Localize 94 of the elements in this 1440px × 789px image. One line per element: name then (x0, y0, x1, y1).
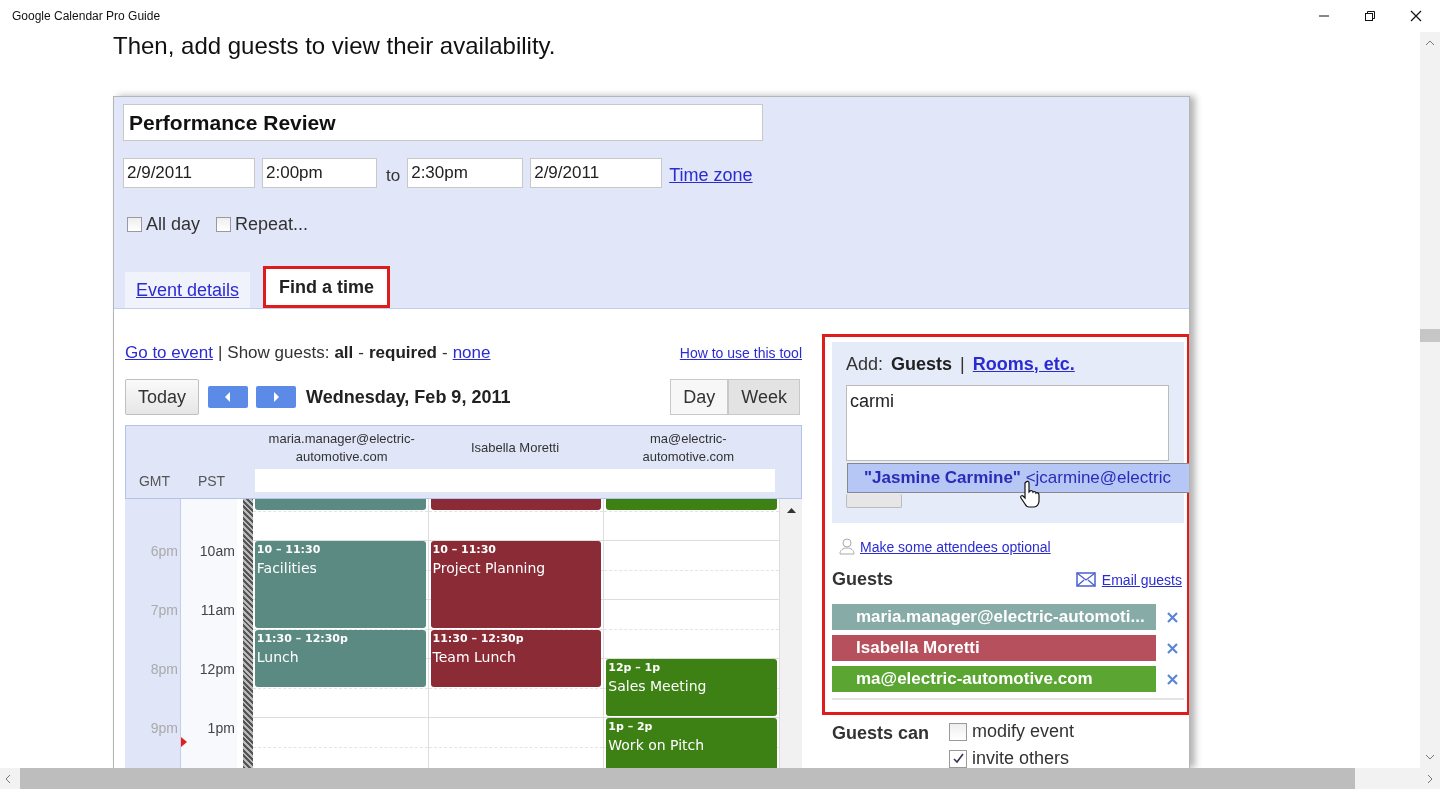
suggestion-item[interactable]: "Jasmine Carmine" <jcarmine@electric (847, 463, 1189, 493)
view-button[interactable]: Week (728, 379, 800, 415)
date-field[interactable]: 2/9/2011 (123, 158, 255, 188)
checkbox[interactable] (949, 722, 968, 741)
time-field[interactable]: 2:30pm (407, 158, 524, 188)
show-guests-option[interactable]: required (368, 343, 437, 363)
guest-input-field[interactable]: carmi (846, 385, 1169, 461)
guest-chip: maria.manager@electric-automoti... (832, 604, 1156, 630)
event-time: 10 – 11:30 (256, 543, 322, 557)
window-title: Google Calendar Pro Guide (12, 9, 161, 23)
guests-heading: Guests (832, 569, 894, 590)
guest-name: Isabella Moretti (470, 438, 560, 457)
to-label: to (386, 166, 401, 186)
date-field[interactable]: 2/9/2011 (530, 158, 663, 188)
separator: - (358, 343, 364, 363)
timezone-label: GMT (137, 473, 172, 489)
separator: | (217, 343, 223, 363)
add-tab[interactable]: Rooms, etc. (972, 354, 1075, 375)
scroll-left-icon[interactable] (5, 773, 11, 784)
checkbox-label: invite others (972, 748, 1070, 768)
person-icon (839, 538, 855, 555)
event-block[interactable]: 12p – 1p Sales Meeting (606, 659, 777, 717)
optional-attendees-link[interactable]: Make some attendees optional (860, 538, 1051, 555)
previous-button[interactable] (208, 386, 248, 408)
tab[interactable]: Find a time (263, 266, 391, 308)
guest-chip: ma@electric-automotive.com (832, 666, 1156, 692)
event-time: 11:30 – 12:30p (256, 631, 349, 645)
scroll-down-icon[interactable] (1425, 754, 1435, 760)
hour-label: 12pm (199, 661, 235, 678)
event-time: 12p – 1p (608, 661, 662, 675)
event-block[interactable]: 11:30 – 12:30p Lunch (254, 629, 426, 687)
hour-label: 11am (200, 602, 235, 619)
next-button[interactable] (256, 386, 296, 408)
envelope-icon (1075, 572, 1096, 587)
tab[interactable]: Event details (125, 272, 251, 308)
scroll-up-icon[interactable] (786, 507, 796, 513)
instruction-text: Then, add guests to view their availability. (113, 32, 557, 61)
go-to-event-link[interactable]: Go to event (125, 343, 213, 363)
hour-label: 9pm (150, 720, 178, 737)
add-tab[interactable]: Guests (891, 354, 953, 375)
date-label: Wednesday, Feb 9, 2011 (306, 386, 511, 408)
checkbox[interactable] (127, 217, 142, 232)
event-block[interactable]: 10 – 11:30 Facilities (254, 541, 426, 628)
email-guests-link[interactable]: Email guests (1101, 571, 1182, 588)
show-guests-label: Show guests: (227, 343, 330, 363)
event-title: Work on Pitch (608, 737, 706, 754)
event-time: 11:30 – 12:30p (432, 631, 525, 645)
title-field[interactable]: Performance Review (123, 104, 763, 141)
hour-label: 8pm (150, 661, 178, 678)
event-title: Team Lunch (432, 648, 517, 665)
vertical-scrollbar[interactable] (1420, 32, 1440, 768)
separator: - (442, 343, 448, 363)
right-triangle-icon (272, 392, 280, 402)
show-guests-option[interactable]: none (452, 343, 491, 363)
help-link[interactable]: How to use this tool (679, 345, 802, 361)
event-title: Sales Meeting (608, 678, 708, 695)
hour-label: 10am (199, 543, 235, 560)
hour-label: 1pm (207, 720, 235, 737)
scroll-thumb[interactable] (1420, 329, 1440, 342)
today-button[interactable]: Today (125, 379, 199, 415)
close-icon[interactable] (1410, 10, 1422, 22)
scrollbar[interactable] (780, 499, 802, 768)
checkbox[interactable] (949, 749, 968, 768)
guests-can-label: Guests can (832, 723, 930, 745)
guest-name: ma@electric-automotive.com (641, 429, 736, 466)
checkbox-label: modify event (972, 721, 1075, 742)
remove-icon[interactable] (1166, 610, 1179, 624)
time-zone-link[interactable]: Time zone (669, 164, 753, 186)
guest-chip: Isabella Moretti (832, 635, 1156, 661)
scroll-right-icon[interactable] (1427, 773, 1433, 784)
event-block[interactable]: 1p – 2p Work on Pitch (606, 718, 777, 768)
checkbox-label: Repeat... (235, 214, 309, 235)
separator: | (960, 354, 965, 375)
remove-icon[interactable] (1166, 641, 1179, 655)
left-triangle-icon (224, 392, 232, 402)
event-title: Lunch (256, 648, 300, 665)
time-field[interactable]: 2:00pm (262, 158, 377, 188)
event-time: 1p – 2p (608, 720, 654, 734)
event-title: Facilities (256, 560, 318, 577)
checkbox[interactable] (216, 217, 232, 232)
view-button[interactable]: Day (670, 379, 729, 415)
add-label: Add: (846, 354, 884, 375)
event-time: 10 – 11:30 (432, 543, 498, 557)
event-title: Project Planning (432, 560, 547, 577)
hour-label: 6pm (150, 543, 178, 560)
event-block[interactable]: 11:30 – 12:30p Team Lunch (430, 629, 602, 687)
restore-icon[interactable] (1364, 10, 1376, 22)
event-block[interactable]: 10 – 11:30 Project Planning (430, 541, 602, 628)
show-guests-option[interactable]: all (334, 343, 354, 363)
hour-label: 7pm (150, 602, 178, 619)
remove-icon[interactable] (1166, 672, 1179, 686)
checkbox-label: All day (146, 214, 201, 235)
timezone-label: PST (196, 473, 227, 489)
guest-name: maria.manager@electric-automotive.com (267, 429, 416, 466)
